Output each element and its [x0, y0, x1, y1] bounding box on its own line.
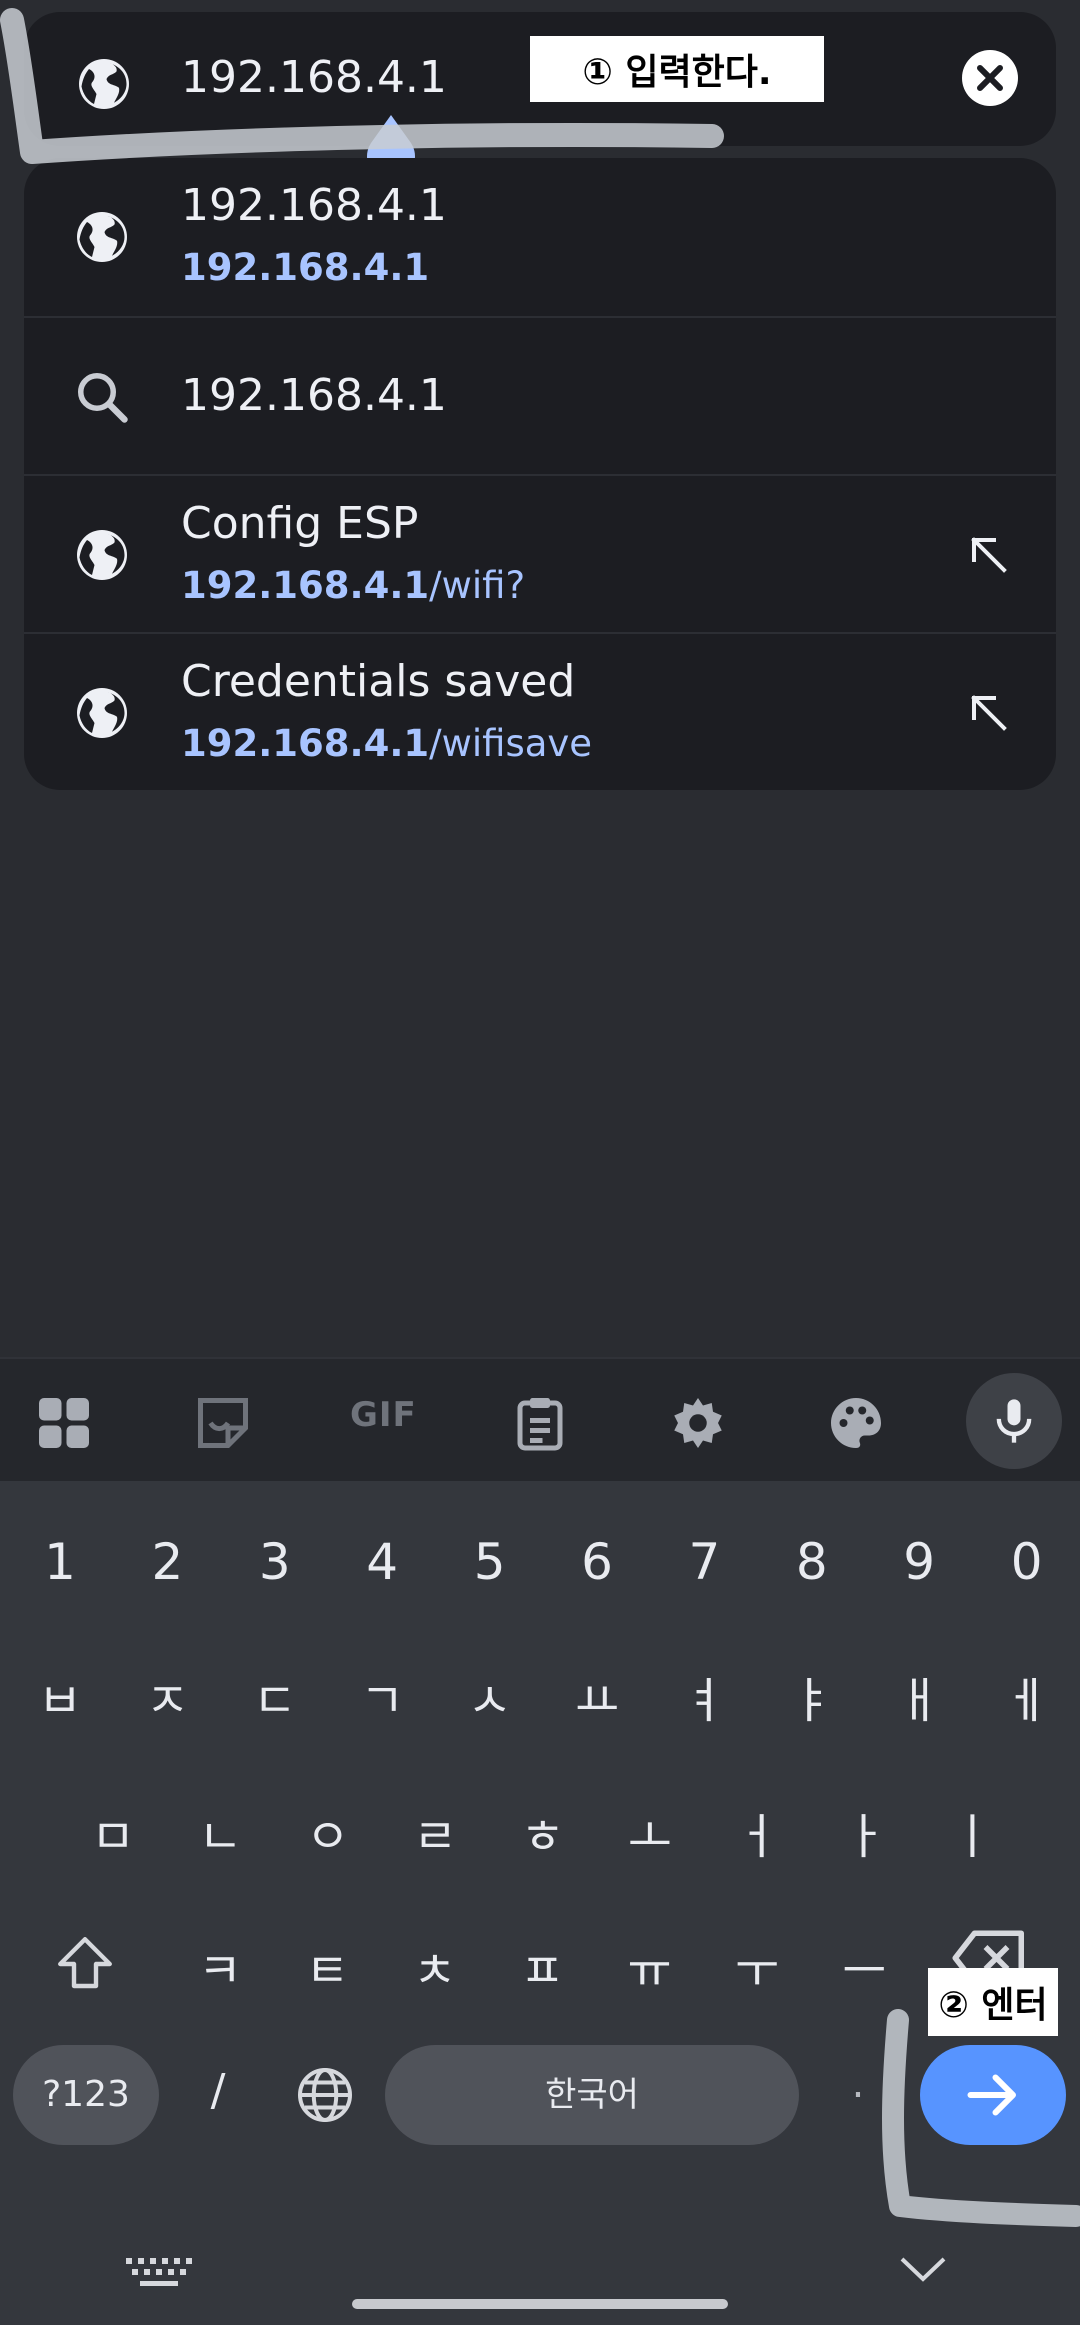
clear-button[interactable]: [962, 50, 1018, 106]
key-row1[interactable]: ㅈ: [127, 1661, 207, 1731]
key-row-numbers[interactable]: 7: [664, 1533, 744, 1591]
key-row-numbers[interactable]: 3: [235, 1533, 315, 1591]
globe-icon: [77, 212, 127, 262]
key-row2[interactable]: ㅇ: [288, 1797, 368, 1867]
settings-gear-icon[interactable]: [668, 1393, 728, 1453]
key-row-numbers[interactable]: 5: [450, 1533, 530, 1591]
close-icon: [977, 65, 1003, 91]
search-icon: [78, 373, 128, 423]
suggestion-item[interactable]: Config ESP 192.168.4.1/wifi?: [24, 474, 1056, 634]
suggestion-title: Credentials saved: [181, 656, 576, 707]
key-row1[interactable]: ㅅ: [450, 1661, 530, 1731]
globe-icon: [77, 530, 127, 580]
key-row3[interactable]: ㅊ: [395, 1931, 475, 2001]
symbols-key[interactable]: ?123: [13, 2045, 159, 2145]
key-row2[interactable]: ㅗ: [610, 1797, 690, 1867]
suggestion-list: 192.168.4.1 192.168.4.1 192.168.4.1 Conf…: [24, 158, 1056, 790]
key-row1[interactable]: ㄷ: [235, 1661, 315, 1731]
globe-icon: [77, 688, 127, 738]
suggestion-item[interactable]: 192.168.4.1 192.168.4.1: [24, 158, 1056, 316]
suggestion-item[interactable]: 192.168.4.1: [24, 316, 1056, 476]
shift-icon[interactable]: [52, 1931, 118, 1997]
clipboard-icon[interactable]: [510, 1393, 570, 1453]
fill-query-arrow-icon[interactable]: [964, 530, 1014, 580]
annotation-step-1: ① 입력한다.: [530, 36, 824, 102]
key-row2[interactable]: ㅣ: [932, 1797, 1012, 1867]
key-row3[interactable]: ㅡ: [824, 1931, 904, 2001]
key-row1[interactable]: ㅐ: [879, 1661, 959, 1731]
slash-key[interactable]: /: [178, 2065, 258, 2116]
key-row-numbers[interactable]: 6: [557, 1533, 637, 1591]
gif-button[interactable]: GIF: [350, 1395, 430, 1455]
key-row2[interactable]: ㄹ: [395, 1797, 475, 1867]
language-globe-icon[interactable]: [295, 2065, 355, 2125]
key-row3[interactable]: ㅜ: [717, 1931, 797, 2001]
hide-keyboard-chevron-down-icon[interactable]: [896, 2249, 950, 2289]
keyboard-switch-icon[interactable]: [122, 2254, 196, 2290]
suggestion-title: 192.168.4.1: [181, 180, 447, 231]
key-row1[interactable]: ㅕ: [664, 1661, 744, 1731]
key-row-numbers[interactable]: 4: [342, 1533, 422, 1591]
key-row2[interactable]: ㅏ: [825, 1797, 905, 1867]
globe-icon: [79, 59, 129, 109]
key-row1[interactable]: ㅔ: [987, 1661, 1067, 1731]
enter-button[interactable]: [920, 2045, 1066, 2145]
suggestion-url: 192.168.4.1/wifi?: [181, 564, 526, 607]
apps-grid-icon[interactable]: [34, 1393, 94, 1453]
fill-query-arrow-icon[interactable]: [964, 688, 1014, 738]
key-row3[interactable]: ㅌ: [287, 1931, 367, 2001]
key-row-numbers[interactable]: 0: [987, 1533, 1067, 1591]
suggestion-url: 192.168.4.1/wifisave: [181, 722, 593, 765]
suggestion-url: 192.168.4.1: [181, 246, 430, 289]
key-row1[interactable]: ㅂ: [20, 1661, 100, 1731]
key-row2[interactable]: ㄴ: [180, 1797, 260, 1867]
microphone-icon: [996, 1399, 1032, 1443]
key-row3[interactable]: ㅋ: [180, 1931, 260, 2001]
key-row3[interactable]: ㅠ: [610, 1931, 690, 2001]
sticker-icon[interactable]: [193, 1393, 253, 1453]
suggestion-item[interactable]: Credentials saved 192.168.4.1/wifisave: [24, 632, 1056, 790]
keyboard-toolbar: GIF: [0, 1357, 1080, 1483]
key-row2[interactable]: ㅓ: [717, 1797, 797, 1867]
voice-input-button[interactable]: [966, 1373, 1062, 1469]
key-row1[interactable]: ㅛ: [557, 1661, 637, 1731]
theme-palette-icon[interactable]: [826, 1393, 886, 1453]
period-key[interactable]: .: [818, 2061, 898, 2107]
annotation-step-2: ② 엔터: [928, 1968, 1058, 2036]
key-row2[interactable]: ㅁ: [73, 1797, 153, 1867]
key-row-numbers[interactable]: 1: [20, 1533, 100, 1591]
gesture-navigation-bar[interactable]: [352, 2299, 728, 2309]
space-bar[interactable]: 한국어: [385, 2045, 799, 2145]
arrow-right-icon: [967, 2074, 1016, 2116]
key-row3[interactable]: ㅍ: [502, 1931, 582, 2001]
key-row1[interactable]: ㅑ: [772, 1661, 852, 1731]
suggestion-title: 192.168.4.1: [181, 370, 447, 421]
key-row1[interactable]: ㄱ: [342, 1661, 422, 1731]
key-row-numbers[interactable]: 9: [879, 1533, 959, 1591]
suggestion-title: Config ESP: [181, 498, 419, 549]
key-row-numbers[interactable]: 8: [772, 1533, 852, 1591]
key-row-numbers[interactable]: 2: [127, 1533, 207, 1591]
url-input[interactable]: 192.168.4.1: [181, 52, 447, 103]
keyboard: 1234567890 ㅂㅈㄷㄱㅅㅛㅕㅑㅐㅔ ㅁㄴㅇㄹㅎㅗㅓㅏㅣ ㅋㅌㅊㅍㅠㅜㅡ …: [0, 1481, 1080, 2325]
key-row2[interactable]: ㅎ: [503, 1797, 583, 1867]
